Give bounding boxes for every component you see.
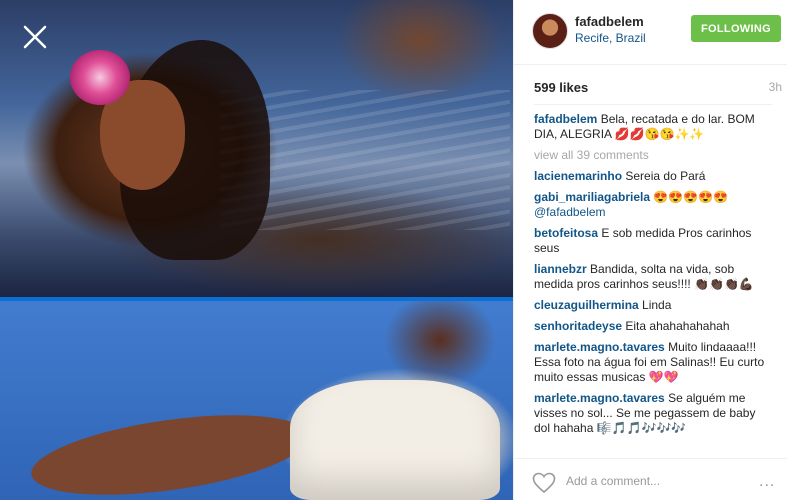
comment-username[interactable]: cleuzaguilhermina	[534, 298, 639, 312]
comment-username[interactable]: liannebzr	[534, 262, 587, 276]
post-username[interactable]: fafadbelem	[575, 14, 644, 29]
comment-item: marlete.magno.tavares Se alguém me visse…	[534, 391, 774, 436]
likes-row: 599 likes 3h	[534, 80, 782, 95]
comment-item: betofeitosa E sob medida Pros carinhos s…	[534, 226, 774, 256]
avatar[interactable]	[532, 13, 568, 49]
close-button[interactable]	[22, 24, 48, 50]
add-comment-input[interactable]: Add a comment...	[566, 474, 660, 488]
comment-text: 😍😍😍😍😍	[653, 190, 729, 204]
like-button[interactable]	[532, 472, 556, 494]
following-button[interactable]: FOLLOWING	[691, 15, 781, 42]
post-location[interactable]: Recife, Brazil	[575, 31, 646, 45]
comment-item: marlete.magno.tavares Muito lindaaaa!!! …	[534, 340, 774, 385]
post-photo	[0, 0, 513, 500]
flower-shape	[70, 50, 130, 105]
more-options-icon[interactable]: ...	[759, 473, 775, 491]
comment-text: Eita ahahahahahah	[625, 319, 730, 333]
comments-list: fafadbelem Bela, recatada e do lar. BOM …	[534, 112, 774, 442]
caption-username[interactable]: fafadbelem	[534, 112, 597, 126]
comment-username[interactable]: senhoritadeyse	[534, 319, 622, 333]
comment-item: liannebzr Bandida, solta na vida, sob me…	[534, 262, 774, 292]
close-icon	[23, 25, 47, 49]
robe-shape	[290, 380, 500, 500]
post-time[interactable]: 3h	[769, 80, 782, 94]
comment-username[interactable]: lacienemarinho	[534, 169, 622, 183]
comment-item: senhoritadeyse Eita ahahahahahah	[534, 319, 774, 334]
divider-line	[534, 104, 772, 105]
view-all-comments-link[interactable]: view all 39 comments	[534, 148, 774, 163]
photo-top-image	[0, 0, 513, 297]
comment-text: Linda	[642, 298, 672, 312]
comment-username[interactable]: betofeitosa	[534, 226, 598, 240]
comment-item: cleuzaguilhermina Linda	[534, 298, 774, 313]
post-details-panel: fafadbelem Recife, Brazil FOLLOWING 599 …	[513, 0, 787, 500]
comment-username[interactable]: gabi_mariliagabriela	[534, 190, 650, 204]
comment-footer: Add a comment... ...	[514, 458, 787, 501]
comment-item: lacienemarinho Sereia do Pará	[534, 169, 774, 184]
comment-mention[interactable]: @fafadbelem	[534, 205, 606, 219]
comment-text: Sereia do Pará	[625, 169, 706, 183]
comment-username[interactable]: marlete.magno.tavares	[534, 340, 665, 354]
comment-item: gabi_mariliagabriela 😍😍😍😍😍 @fafadbelem	[534, 190, 774, 220]
post-header: fafadbelem Recife, Brazil FOLLOWING	[514, 0, 787, 65]
comment-username[interactable]: marlete.magno.tavares	[534, 391, 665, 405]
caption: fafadbelem Bela, recatada e do lar. BOM …	[534, 112, 774, 142]
heart-icon	[532, 472, 556, 494]
likes-count[interactable]: 599 likes	[534, 80, 588, 95]
